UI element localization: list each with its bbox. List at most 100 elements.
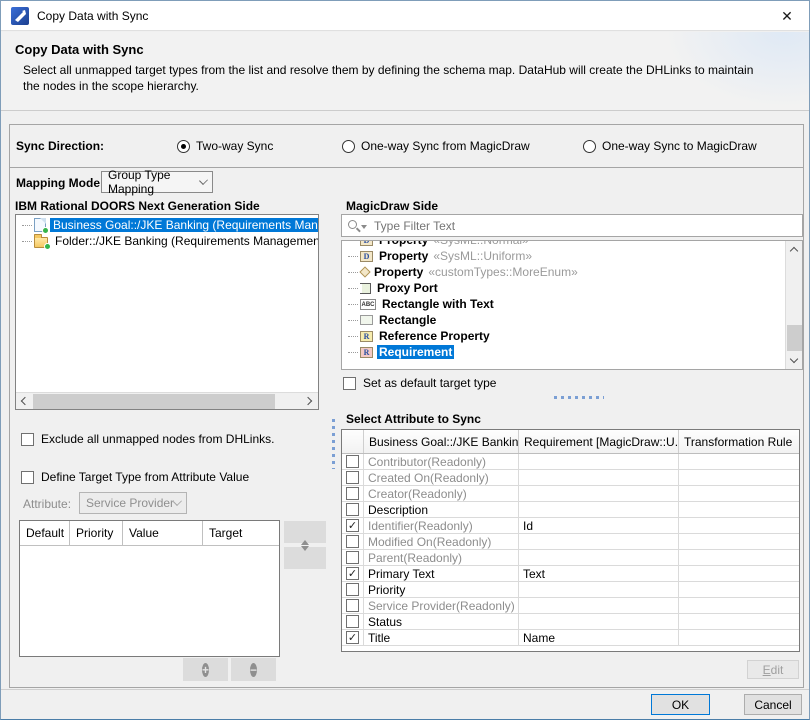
scroll-left-icon[interactable] [16, 393, 33, 410]
radio-two-way-sync[interactable]: Two-way Sync [177, 138, 273, 154]
horizontal-splitter-handle[interactable] [554, 396, 604, 399]
attr-rule [679, 566, 799, 581]
col-target: Requirement [MagicDraw::U... [519, 430, 679, 453]
tree-item-folder[interactable]: Folder::/JKE Banking (Requirements Manag… [16, 233, 318, 249]
close-icon[interactable]: ✕ [778, 7, 796, 25]
checkbox-icon [21, 471, 34, 484]
content-panel: Sync Direction: Two-way Sync One-way Syn… [9, 124, 804, 688]
list-item-property-normal[interactable]: D Property «SysML::Normal» [342, 240, 785, 248]
move-down-button[interactable] [284, 547, 326, 569]
radio-label: Two-way Sync [196, 139, 273, 153]
plus-icon: + [202, 663, 209, 677]
attr-target [519, 550, 679, 565]
mapping-mode-select[interactable]: Group Type Mapping [101, 171, 213, 193]
table-row[interactable]: Service Provider(Readonly) [342, 598, 799, 614]
tree-line [348, 288, 358, 289]
checkbox-icon [21, 433, 34, 446]
tree-line [348, 240, 358, 241]
list-item-stereotype: «SysML::Uniform» [433, 249, 532, 263]
row-checkbox[interactable] [346, 535, 359, 548]
row-checkbox[interactable] [346, 471, 359, 484]
attr-rule [679, 534, 799, 549]
attr-rule [679, 518, 799, 533]
arrow-up-icon [301, 525, 309, 545]
checkbox-label: Set as default target type [363, 376, 496, 390]
vertical-splitter-handle[interactable] [332, 419, 335, 469]
doors-tree[interactable]: Business Goal::/JKE Banking (Requirement… [15, 214, 319, 410]
scroll-down-icon[interactable] [786, 352, 803, 369]
arrow-down-icon [301, 546, 309, 566]
tree-line [348, 272, 358, 273]
tree-item-business-goal[interactable]: Business Goal::/JKE Banking (Requirement… [16, 217, 318, 233]
attr-rule [679, 614, 799, 629]
list-item-rectangle-with-text[interactable]: ABC Rectangle with Text [342, 296, 785, 312]
scrollbar-thumb[interactable] [787, 325, 802, 351]
value-target-table[interactable]: Default Priority Value Target [19, 520, 280, 657]
list-item-rectangle[interactable]: Rectangle [342, 312, 785, 328]
table-row[interactable]: ✓ Primary Text Text [342, 566, 799, 582]
rectangle-icon [360, 315, 373, 325]
table-row[interactable]: Modified On(Readonly) [342, 534, 799, 550]
row-checkbox[interactable]: ✓ [346, 631, 359, 644]
row-checkbox[interactable] [346, 615, 359, 628]
table-row[interactable]: ✓ Title Name [342, 630, 799, 646]
list-item-requirement[interactable]: R Requirement [342, 344, 785, 360]
type-filter-box[interactable] [341, 214, 803, 237]
row-checkbox[interactable] [346, 487, 359, 500]
sync-direction-row: Sync Direction: Two-way Sync One-way Syn… [10, 125, 803, 168]
green-badge-icon [44, 243, 51, 250]
row-checkbox[interactable]: ✓ [346, 519, 359, 532]
list-item-property-moreenum[interactable]: Property «customTypes::MoreEnum» [342, 264, 785, 280]
add-row-button[interactable]: + [183, 658, 228, 681]
list-item-proxy-port[interactable]: Proxy Port [342, 280, 785, 296]
row-checkbox[interactable] [346, 599, 359, 612]
remove-row-button[interactable]: − [231, 658, 276, 681]
attr-name: Primary Text [364, 566, 519, 581]
set-default-target-type-checkbox[interactable]: Set as default target type [343, 376, 496, 390]
tree-horizontal-scrollbar[interactable] [16, 392, 318, 409]
col-priority: Priority [70, 521, 123, 545]
row-checkbox[interactable] [346, 583, 359, 596]
table-row[interactable]: Contributor(Readonly) [342, 454, 799, 470]
table-row[interactable]: Created On(Readonly) [342, 470, 799, 486]
row-checkbox[interactable] [346, 503, 359, 516]
attribute-sync-table[interactable]: Business Goal::/JKE Banking... Requireme… [341, 429, 800, 652]
radio-one-way-to-magicdraw[interactable]: One-way Sync to MagicDraw [583, 138, 757, 154]
title-bar: Copy Data with Sync ✕ [1, 1, 809, 31]
table-row[interactable]: Description [342, 502, 799, 518]
sync-direction-label: Sync Direction: [16, 139, 104, 153]
type-filter-input[interactable] [372, 217, 792, 234]
cancel-button[interactable]: Cancel [744, 694, 802, 715]
col-default: Default [20, 521, 70, 545]
row-checkbox[interactable] [346, 551, 359, 564]
scroll-up-icon[interactable] [786, 241, 803, 258]
row-checkbox[interactable] [346, 455, 359, 468]
table-row[interactable]: Parent(Readonly) [342, 550, 799, 566]
table-row[interactable]: Status [342, 614, 799, 630]
attr-name: Identifier(Readonly) [364, 518, 519, 533]
move-up-button[interactable] [284, 521, 326, 543]
radio-selected-icon [177, 140, 190, 153]
radio-one-way-from-magicdraw[interactable]: One-way Sync from MagicDraw [342, 138, 530, 154]
list-item-property-uniform[interactable]: D Property «SysML::Uniform» [342, 248, 785, 264]
search-options-chevron-icon[interactable] [361, 225, 367, 229]
attr-target [519, 454, 679, 469]
magicdraw-type-list[interactable]: D Property «SysML::Normal» D Property «S… [341, 240, 803, 370]
table-row[interactable]: Priority [342, 582, 799, 598]
row-checkbox[interactable]: ✓ [346, 567, 359, 580]
table-row[interactable]: Creator(Readonly) [342, 486, 799, 502]
list-vertical-scrollbar[interactable] [785, 241, 802, 369]
list-item-reference-property[interactable]: R Reference Property [342, 328, 785, 344]
attr-target: Text [519, 566, 679, 581]
col-value: Value [123, 521, 203, 545]
attr-name: Title [364, 630, 519, 645]
define-target-type-checkbox[interactable]: Define Target Type from Attribute Value [21, 470, 249, 484]
edit-button[interactable]: Edit [747, 660, 799, 679]
scrollbar-thumb[interactable] [33, 394, 275, 409]
list-item-label: Proxy Port [375, 281, 440, 295]
scroll-right-icon[interactable] [301, 393, 318, 410]
exclude-unmapped-checkbox[interactable]: Exclude all unmapped nodes from DHLinks. [21, 432, 274, 446]
table-row[interactable]: ✓ Identifier(Readonly) Id [342, 518, 799, 534]
ok-button[interactable]: OK [651, 694, 710, 715]
property-d-icon: D [360, 240, 373, 246]
